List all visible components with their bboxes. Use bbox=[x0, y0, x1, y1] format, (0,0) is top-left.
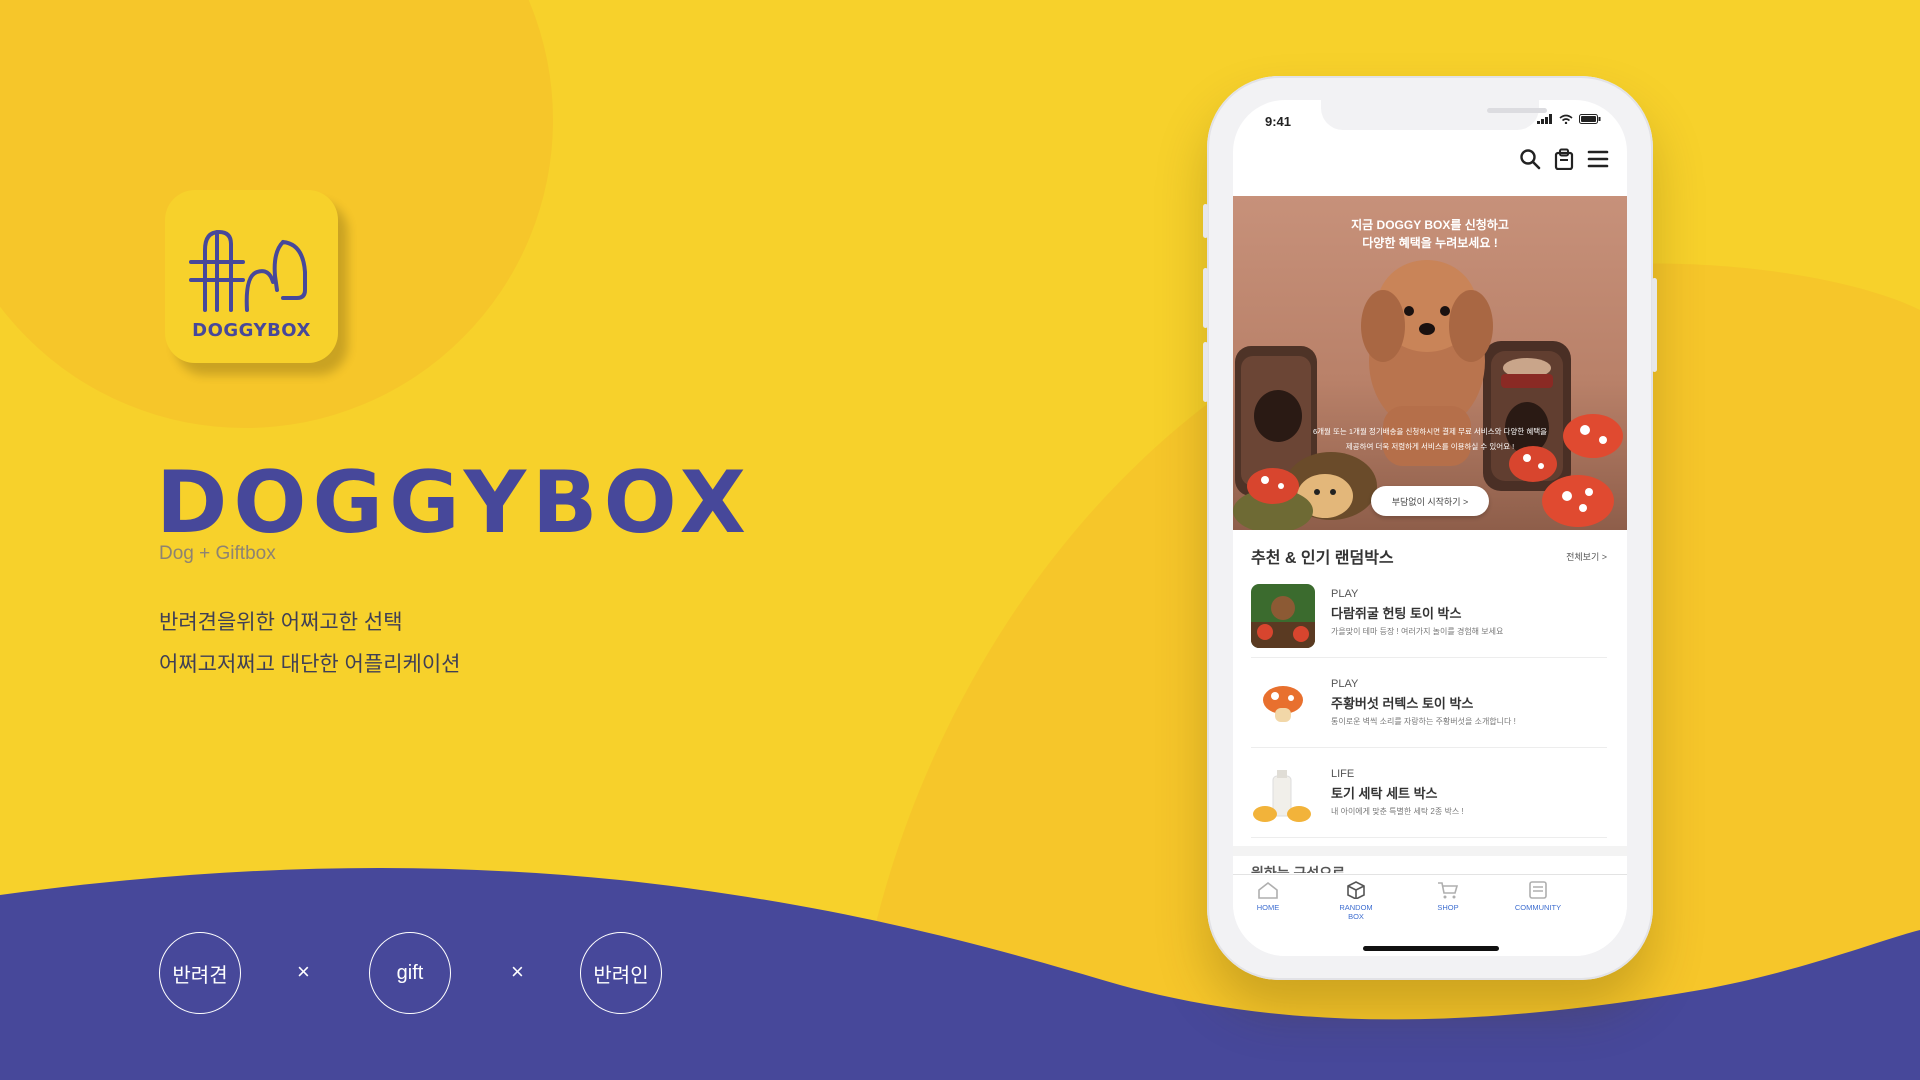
item-name: 토기 세탁 세트 박스 bbox=[1331, 786, 1438, 801]
hero-title-line: 다양한 혜택을 누려보세요 ! bbox=[1362, 236, 1498, 250]
status-time: 9:41 bbox=[1265, 114, 1292, 129]
hero-banner[interactable]: 지금 DOGGY BOX를 신청하고 다양한 혜택을 누려보세요 ! 6개월 또… bbox=[1233, 196, 1627, 530]
section-title-cut: 원하는 구성으로 bbox=[1251, 865, 1346, 873]
home-icon bbox=[1258, 881, 1278, 899]
home-indicator bbox=[1363, 946, 1499, 951]
chip-gift: gift bbox=[369, 932, 451, 1014]
laundry-set-image bbox=[1253, 770, 1311, 822]
item-category: LIFE bbox=[1331, 768, 1355, 780]
item-thumbnail bbox=[1251, 584, 1315, 648]
signal-icon bbox=[1537, 114, 1552, 124]
wifi-icon bbox=[1559, 114, 1573, 124]
view-all-link[interactable]: 전체보기 > bbox=[1566, 550, 1607, 563]
item-thumbnail bbox=[1251, 674, 1315, 738]
hero-title-line: 지금 DOGGY BOX를 신청하고 bbox=[1351, 218, 1509, 232]
item-description: 내 아이에게 맞춘 특별한 세탁 2종 박스 ! bbox=[1331, 807, 1464, 816]
description-line: 어쩌고저쩌고 대단한 어플리케이션 bbox=[159, 653, 461, 676]
times-separator: × bbox=[511, 959, 524, 984]
chip-pet: 반려견 bbox=[159, 932, 241, 1014]
hero-title: 지금 DOGGY BOX를 신청하고 다양한 혜택을 누려보세요 ! bbox=[1233, 216, 1627, 252]
item-category: PLAY bbox=[1331, 678, 1359, 690]
phone-volume-down bbox=[1203, 342, 1208, 402]
brand-description: 반려견을위한 어쩌고한 선택 어쩌고저쩌고 대단한 어플리케이션 bbox=[159, 602, 460, 686]
box-icon bbox=[1347, 881, 1365, 899]
logo-wordmark: DOGGYBOX bbox=[192, 320, 311, 341]
phone-power-button bbox=[1652, 278, 1657, 372]
mushroom-toy-image bbox=[1263, 686, 1303, 722]
item-description: 가을맞이 테마 등장 ! 여러가지 놀이를 경험해 보세요 bbox=[1331, 627, 1504, 636]
times-separator: × bbox=[297, 959, 310, 984]
section-divider bbox=[1233, 846, 1627, 856]
phone-mockup: 9:41 지금 DOGGY BOX를 신청하고 다양한 혜택을 누려보세요 ! … bbox=[1203, 76, 1657, 980]
phone-notch bbox=[1321, 100, 1547, 130]
tab-community[interactable]: COMMUNITY bbox=[1503, 881, 1573, 912]
app-screen: 9:41 지금 DOGGY BOX를 신청하고 다양한 혜택을 누려보세요 ! … bbox=[1233, 100, 1627, 956]
squirrel-toy-image bbox=[1251, 596, 1315, 648]
chip-owner: 반려인 bbox=[580, 932, 662, 1014]
brand-tagline: Dog + Giftbox bbox=[159, 543, 276, 564]
start-button[interactable]: 부담없이 시작하기 > bbox=[1371, 486, 1489, 516]
list-item[interactable]: LIFE 토기 세탁 세트 박스 내 아이에게 맞춘 특별한 세탁 2종 박스 … bbox=[1251, 758, 1607, 838]
battery-icon bbox=[1579, 114, 1601, 124]
item-name: 주황버섯 러텍스 토이 박스 bbox=[1331, 696, 1474, 711]
search-icon[interactable] bbox=[1519, 148, 1541, 170]
tab-random-box[interactable]: RANDOM BOX bbox=[1321, 881, 1391, 921]
menu-icon[interactable] bbox=[1587, 148, 1609, 170]
brand-title: DOGGYBOX bbox=[156, 453, 752, 553]
app-logo: DOGGYBOX bbox=[165, 190, 338, 363]
bottom-tab-bar: HOME RANDOM BOX SHOP COMMUNITY bbox=[1233, 874, 1627, 956]
phone-speaker bbox=[1487, 108, 1547, 113]
tab-shop[interactable]: SHOP bbox=[1413, 881, 1483, 912]
hero-subtitle-line: 6개월 또는 1개월 정기배송을 신청하시면 결제 무료 서비스와 다양한 혜택… bbox=[1312, 427, 1548, 436]
item-thumbnail bbox=[1251, 764, 1315, 828]
document-icon bbox=[1529, 881, 1547, 899]
section-title: 추천 & 인기 랜덤박스 bbox=[1251, 550, 1394, 567]
list-item[interactable]: PLAY 주황버섯 러텍스 토이 박스 통이로운 벽씩 소리를 자랑하는 주황버… bbox=[1251, 668, 1607, 748]
cart-icon bbox=[1438, 882, 1459, 899]
item-name: 다람쥐굴 헌팅 토이 박스 bbox=[1331, 606, 1462, 621]
tab-label: SHOP bbox=[1437, 903, 1459, 912]
tab-label: HOME bbox=[1256, 903, 1280, 912]
tab-home[interactable]: HOME bbox=[1233, 881, 1303, 912]
shopping-bag-icon[interactable] bbox=[1553, 148, 1575, 170]
status-icons bbox=[1537, 114, 1601, 124]
list-item[interactable]: PLAY 다람쥐굴 헌팅 토이 박스 가을맞이 테마 등장 ! 여러가지 놀이를… bbox=[1251, 578, 1607, 658]
tab-label: RANDOM BOX bbox=[1339, 903, 1373, 921]
item-category: PLAY bbox=[1331, 588, 1359, 600]
hero-subtitle-line: 제공하여 더욱 저렴하게 서비스를 이용하실 수 있어요 ! bbox=[1345, 442, 1515, 451]
hero-subtitle: 6개월 또는 1개월 정기배송을 신청하시면 결제 무료 서비스와 다양한 혜택… bbox=[1233, 424, 1627, 454]
item-description: 통이로운 벽씩 소리를 자랑하는 주황버섯을 소개합니다 ! bbox=[1331, 717, 1516, 726]
description-line: 반려견을위한 어쩌고한 선택 bbox=[159, 611, 403, 634]
app-header-icons bbox=[1519, 148, 1609, 170]
phone-volume-up bbox=[1203, 268, 1208, 328]
phone-side-button bbox=[1203, 204, 1208, 238]
tab-label: COMMUNITY bbox=[1514, 903, 1562, 912]
dog-logo-icon bbox=[189, 230, 307, 312]
